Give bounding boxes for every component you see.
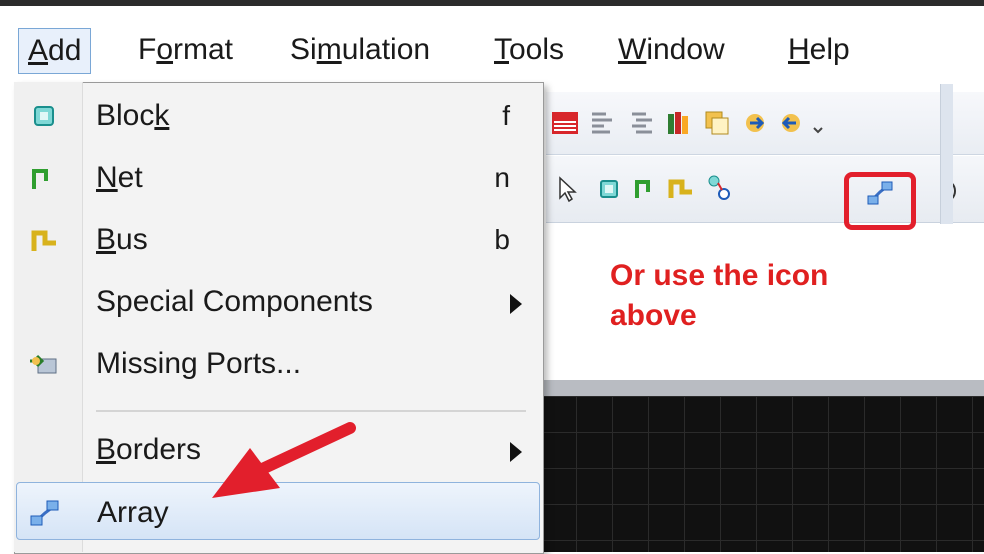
hint-line-2: above xyxy=(610,299,697,332)
hint-annotation: Or use the icon above xyxy=(610,256,828,336)
menu-add[interactable]: Add xyxy=(18,28,92,74)
menu-format[interactable]: Format xyxy=(138,28,233,72)
bus-icon xyxy=(31,230,56,251)
block-icon xyxy=(34,106,54,126)
array-icon xyxy=(30,500,59,526)
menu-item-missing-ports[interactable]: Missing Ports... xyxy=(16,334,540,394)
menu-item-label: Block xyxy=(96,99,170,132)
menu-item-label: Borders xyxy=(96,433,202,466)
menu-item-label: Missing Ports... xyxy=(96,347,302,380)
schematic-canvas[interactable] xyxy=(540,396,984,552)
align-icon[interactable] xyxy=(588,108,618,138)
menu-window[interactable]: Window xyxy=(618,28,725,72)
menu-bar: Add Format Simulation Tools Window Help xyxy=(0,6,984,84)
array-icon-highlight-box xyxy=(844,172,916,230)
toolbar-row-2 xyxy=(546,156,984,223)
menu-item-net[interactable]: Net n xyxy=(16,148,540,208)
missing-ports-icon xyxy=(30,354,57,374)
menu-item-label: Bus xyxy=(96,223,148,256)
canvas-frame xyxy=(540,380,984,396)
forward-icon[interactable] xyxy=(740,108,770,138)
block-tool-icon[interactable] xyxy=(594,174,624,204)
special-components-tool-icon[interactable] xyxy=(704,172,734,202)
menu-item-bus[interactable]: Bus b xyxy=(16,210,540,270)
submenu-arrow-icon xyxy=(510,294,522,314)
shortcut-label: n xyxy=(494,162,510,193)
toolbar-row-1 xyxy=(546,92,984,155)
submenu-arrow-icon xyxy=(510,442,522,462)
net-tool-icon[interactable] xyxy=(632,174,662,204)
hint-line-1: Or use the icon xyxy=(610,259,829,292)
menu-simulation[interactable]: Simulation xyxy=(290,28,430,72)
menu-separator xyxy=(96,410,526,412)
net-icon xyxy=(32,169,48,189)
pointer-icon[interactable] xyxy=(552,174,582,204)
menu-item-label: Array xyxy=(97,496,169,529)
menu-item-special-components[interactable]: Special Components xyxy=(16,272,540,332)
shortcut-label: b xyxy=(494,224,510,255)
menu-item-label: Special Components xyxy=(96,285,373,318)
menu-item-borders[interactable]: Borders xyxy=(16,420,540,480)
shortcut-label: f xyxy=(502,100,510,131)
menu-item-label: Net xyxy=(96,161,143,194)
menu-item-array[interactable]: Array xyxy=(16,482,540,540)
toolbar-overflow-icon[interactable] xyxy=(808,114,828,134)
copy-icon[interactable] xyxy=(702,108,732,138)
menu-help[interactable]: Help xyxy=(788,28,850,72)
library-icon[interactable] xyxy=(550,108,580,138)
bus-tool-icon[interactable] xyxy=(666,174,696,204)
menu-tools[interactable]: Tools xyxy=(494,28,564,72)
distribute-icon[interactable] xyxy=(626,108,656,138)
toolbar-separator xyxy=(940,84,953,224)
menu-item-block[interactable]: Block f xyxy=(16,86,540,146)
back-icon[interactable] xyxy=(776,108,806,138)
books-icon[interactable] xyxy=(664,108,694,138)
